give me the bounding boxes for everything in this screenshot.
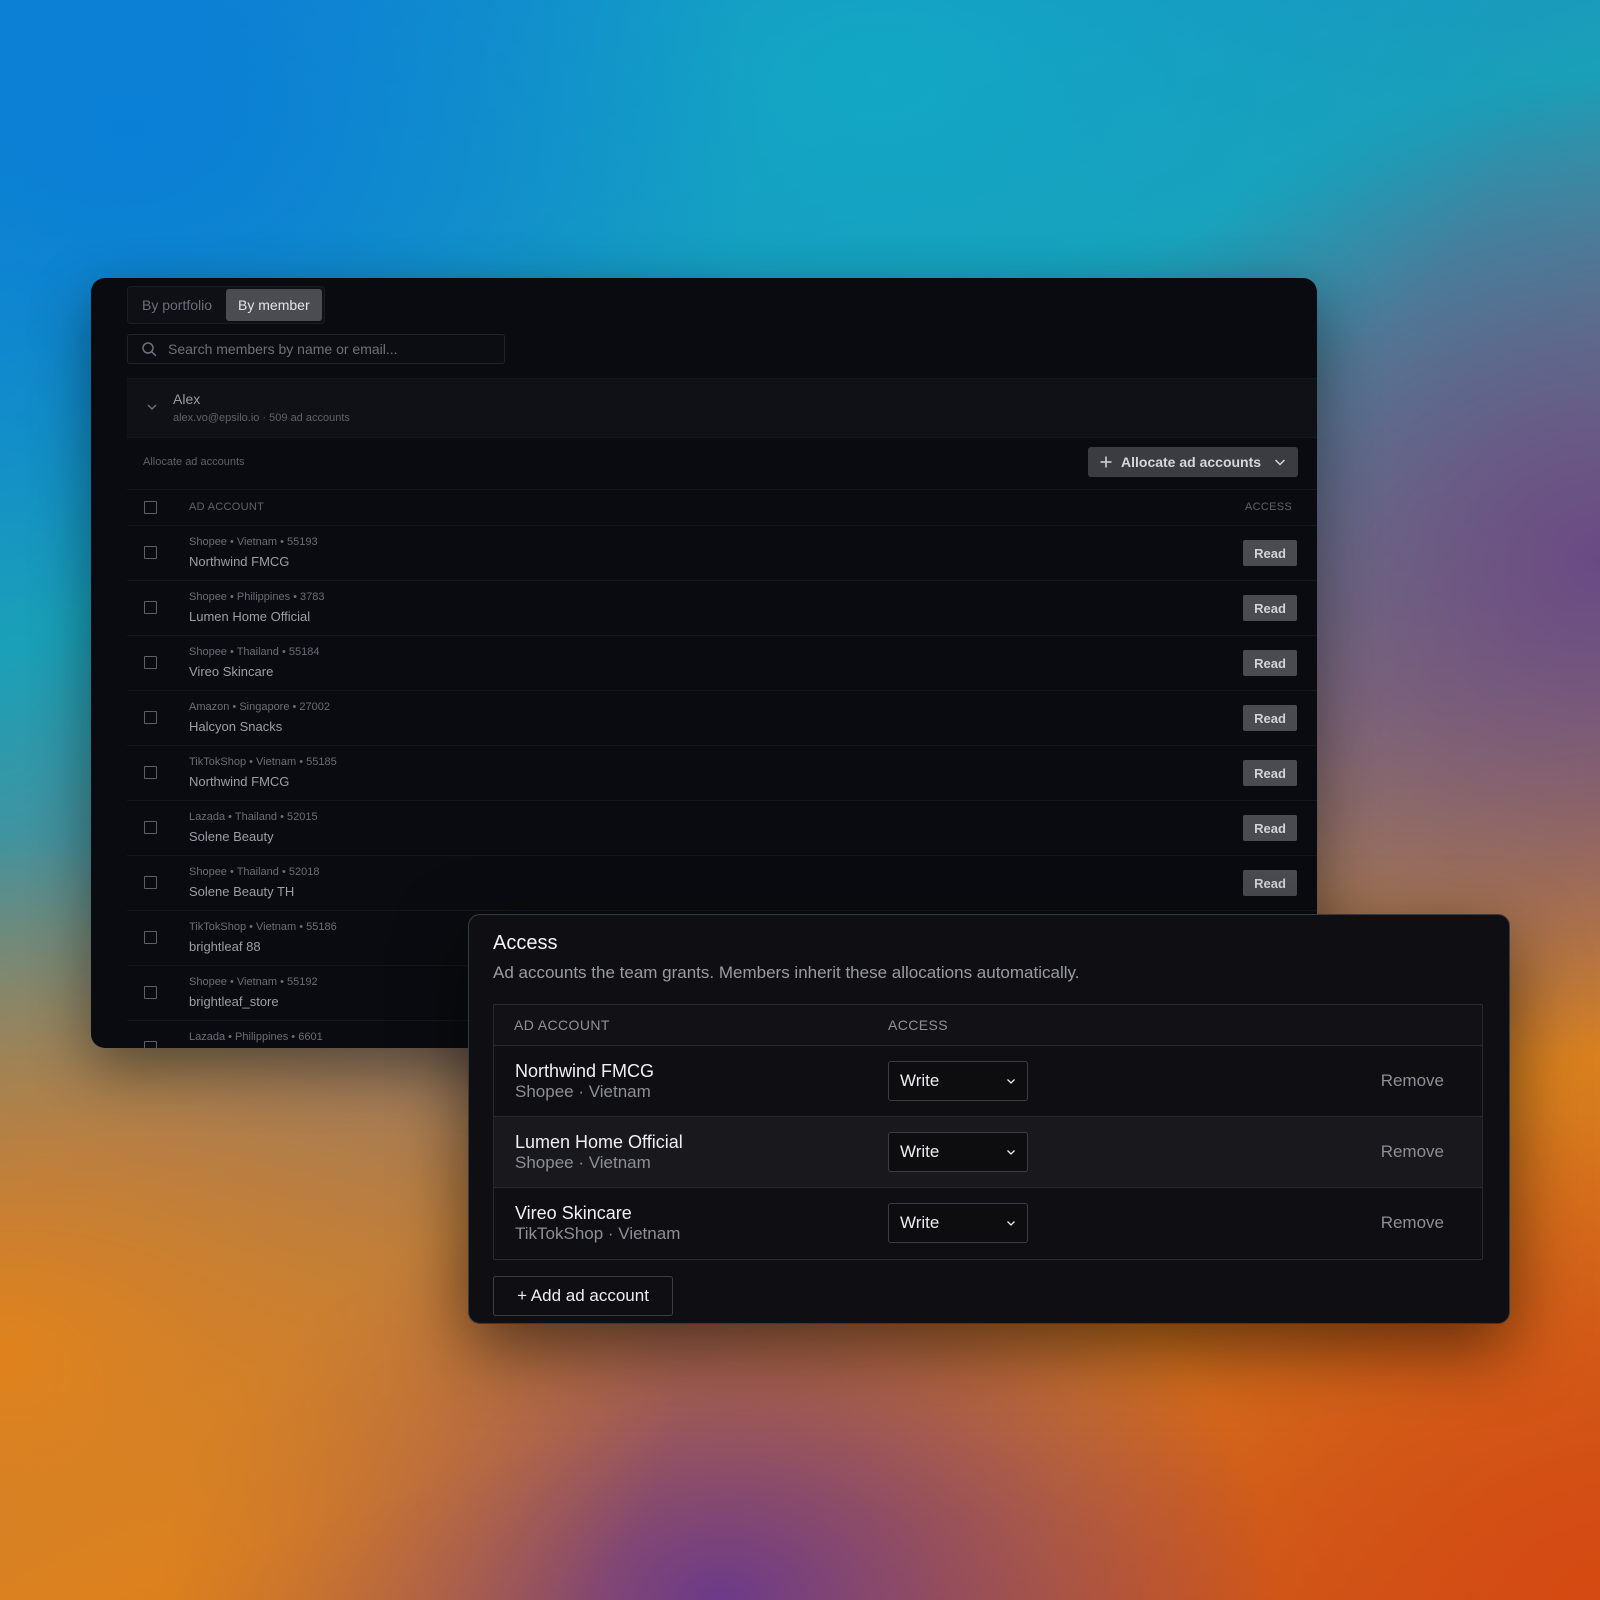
- member-row[interactable]: Alex alex.vo@epsilo.io · 509 ad accounts: [127, 378, 1317, 438]
- row-checkbox[interactable]: [144, 656, 157, 669]
- row-account-name: brightleaf 88: [189, 939, 261, 954]
- member-search: [127, 334, 505, 364]
- access-table: AD ACCOUNT ACCESS Northwind FMCG Shopee ·…: [493, 1004, 1483, 1260]
- access-table-header: AD ACCOUNT ACCESS: [494, 1005, 1482, 1046]
- allocate-button-label: Allocate ad accounts: [1121, 454, 1262, 470]
- row-meta: Lazada • Philippines • 6601: [189, 1031, 323, 1043]
- row-meta: TikTokShop • Vietnam • 55185: [189, 756, 337, 768]
- table-row[interactable]: Shopee • Philippines • 3783 Lumen Home Of…: [127, 581, 1317, 636]
- tab-by-portfolio[interactable]: By portfolio: [130, 289, 224, 321]
- row-checkbox[interactable]: [144, 986, 157, 999]
- row-account-platform: Shopee · Vietnam: [515, 1082, 651, 1101]
- row-account-name: Lumen Home Official: [189, 609, 311, 624]
- row-account-name: Vireo Skincare: [515, 1203, 632, 1223]
- row-checkbox[interactable]: [144, 601, 157, 614]
- row-checkbox[interactable]: [144, 876, 157, 889]
- row-checkbox[interactable]: [144, 821, 157, 834]
- access-read-button[interactable]: Read: [1243, 705, 1297, 731]
- access-dialog: Access Ad accounts the team grants. Memb…: [468, 914, 1510, 1324]
- access-select[interactable]: Write: [888, 1203, 1028, 1243]
- allocate-ad-accounts-button[interactable]: Allocate ad accounts: [1088, 447, 1298, 477]
- member-subtitle: alex.vo@epsilo.io · 509 ad accounts: [173, 412, 350, 424]
- row-checkbox[interactable]: [144, 1041, 157, 1048]
- table-row[interactable]: Shopee • Thailand • 55184 Vireo Skincare R…: [127, 636, 1317, 691]
- row-account-name: Lumen Home Official: [515, 1132, 683, 1152]
- row-meta: Shopee • Vietnam • 55193: [189, 536, 318, 548]
- access-select-value: Write: [900, 1213, 940, 1232]
- row-account-name: Solene Beauty: [189, 829, 274, 844]
- search-input[interactable]: [166, 340, 504, 358]
- table-row: Vireo Skincare TikTokShop · Vietnam Write R…: [494, 1188, 1482, 1259]
- row-account-name: Northwind FMCG: [189, 774, 290, 789]
- row-meta: TikTokShop • Vietnam • 55186: [189, 921, 337, 933]
- row-checkbox[interactable]: [144, 546, 157, 559]
- column-header-access: ACCESS: [888, 1017, 948, 1033]
- row-account-platform: TikTokShop · Vietnam: [515, 1224, 681, 1243]
- tab-by-member[interactable]: By member: [226, 289, 322, 321]
- table-row[interactable]: TikTokShop • Vietnam • 55185 Northwind FM…: [127, 746, 1317, 801]
- table-row[interactable]: Amazon • Singapore • 27002 Halcyon Snacks…: [127, 691, 1317, 746]
- remove-button[interactable]: Remove: [1381, 1213, 1444, 1233]
- row-account-name: brightleaf_store: [189, 994, 279, 1009]
- member-name: Alex: [173, 391, 201, 407]
- row-checkbox[interactable]: [144, 711, 157, 724]
- table-row[interactable]: Shopee • Thailand • 52018 Solene Beauty T…: [127, 856, 1317, 911]
- access-read-button[interactable]: Read: [1243, 760, 1297, 786]
- access-read-button[interactable]: Read: [1243, 540, 1297, 566]
- column-header-ad-account: AD ACCOUNT: [189, 501, 265, 513]
- table-header: AD ACCOUNT ACCESS: [127, 489, 1317, 526]
- row-account-name: Northwind FMCG: [189, 554, 290, 569]
- column-header-ad-account: AD ACCOUNT: [514, 1017, 610, 1033]
- chevron-down-icon[interactable]: [145, 400, 159, 414]
- row-meta: Shopee • Thailand • 55184: [189, 646, 320, 658]
- chevron-down-icon: [1007, 1150, 1015, 1155]
- table-row: Northwind FMCG Shopee · Vietnam Write Remov…: [494, 1046, 1482, 1117]
- access-select-value: Write: [900, 1142, 940, 1161]
- access-read-button[interactable]: Read: [1243, 870, 1297, 896]
- table-row: Lumen Home Official Shopee · Vietnam Write…: [494, 1117, 1482, 1188]
- access-select-value: Write: [900, 1071, 940, 1090]
- chevron-down-icon: [1007, 1079, 1015, 1084]
- row-account-name: Vireo Skincare: [189, 664, 274, 679]
- dialog-title: Access: [493, 932, 558, 954]
- row-account-name: Halcyon Snacks: [189, 719, 283, 734]
- add-ad-account-button[interactable]: + Add ad account: [493, 1276, 673, 1316]
- row-meta: Shopee • Vietnam • 55192: [189, 976, 318, 988]
- row-meta: Shopee • Philippines • 3783: [189, 591, 325, 603]
- row-account-name: Northwind FMCG: [515, 1061, 655, 1081]
- table-row[interactable]: Lazada • Thailand • 52015 Solene Beauty Re…: [127, 801, 1317, 856]
- column-header-access: ACCESS: [1244, 501, 1292, 513]
- access-select[interactable]: Write: [888, 1061, 1028, 1101]
- allocate-section-label: Allocate ad accounts: [143, 456, 245, 468]
- access-read-button[interactable]: Read: [1243, 650, 1297, 676]
- row-account-platform: Shopee · Vietnam: [515, 1153, 651, 1172]
- chevron-down-icon: [1007, 1221, 1015, 1226]
- row-checkbox[interactable]: [144, 931, 157, 944]
- access-read-button[interactable]: Read: [1243, 815, 1297, 841]
- row-meta: Shopee • Thailand • 52018: [189, 866, 320, 878]
- row-checkbox[interactable]: [144, 766, 157, 779]
- plus-icon: [1100, 456, 1112, 468]
- search-icon: [142, 342, 157, 357]
- remove-button[interactable]: Remove: [1381, 1142, 1444, 1162]
- row-account-name: Solene Beauty TH: [189, 884, 295, 899]
- access-read-button[interactable]: Read: [1243, 595, 1297, 621]
- access-select[interactable]: Write: [888, 1132, 1028, 1172]
- remove-button[interactable]: Remove: [1381, 1071, 1444, 1091]
- dialog-description: Ad accounts the team grants. Members inh…: [493, 963, 1080, 982]
- select-all-checkbox[interactable]: [144, 501, 157, 514]
- chevron-down-icon: [1274, 459, 1286, 466]
- row-meta: Amazon • Singapore • 27002: [189, 701, 331, 713]
- view-toggle: By portfolio By member: [127, 286, 325, 324]
- table-row[interactable]: Shopee • Vietnam • 55193 Northwind FMCG Re…: [127, 526, 1317, 581]
- row-meta: Lazada • Thailand • 52015: [189, 811, 318, 823]
